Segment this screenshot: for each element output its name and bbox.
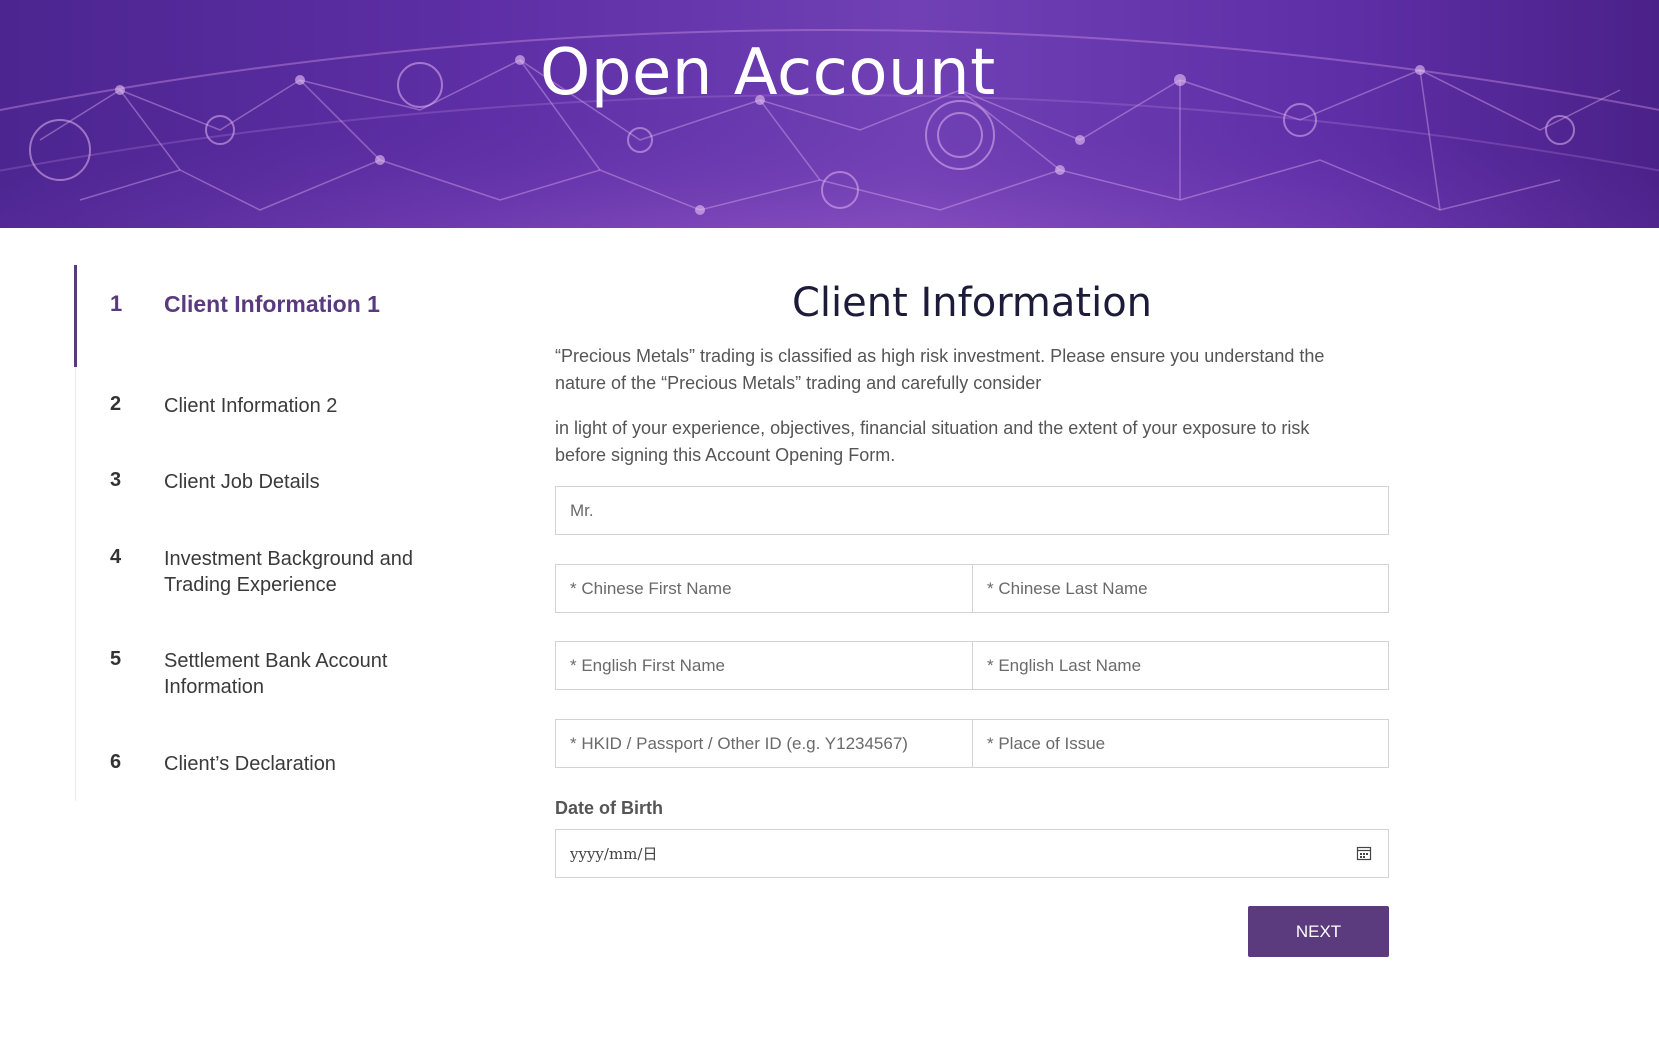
english-first-name-placeholder: * English First Name <box>570 656 725 675</box>
english-first-name-input[interactable]: * English First Name <box>555 641 973 690</box>
chinese-last-name-placeholder: * Chinese Last Name <box>987 579 1148 598</box>
steps-sidebar: 1 Client Information 1 2 Client Informat… <box>74 265 476 801</box>
place-of-issue-placeholder: * Place of Issue <box>987 734 1106 753</box>
step-label: Settlement Bank Account Information <box>164 650 388 698</box>
step-label: Client’s Declaration <box>164 753 336 775</box>
salutation-value: Mr. <box>570 501 594 520</box>
step-number: 6 <box>110 751 122 773</box>
active-step-indicator <box>74 265 77 367</box>
step-label: Investment Background and Trading Experi… <box>164 548 414 596</box>
risk-disclaimer-paragraph-1: “Precious Metals” trading is classified … <box>555 346 1325 393</box>
page: Open Account 1 Client Information 1 2 Cl… <box>0 0 1659 1053</box>
date-of-birth-placeholder: yyyy/mm/日 <box>570 845 658 863</box>
english-last-name-placeholder: * English Last Name <box>987 656 1142 675</box>
step-label: Client Information 1 <box>164 291 380 317</box>
chinese-first-name-input[interactable]: * Chinese First Name <box>555 564 973 613</box>
step-number: 3 <box>110 469 122 491</box>
network-background-graphic <box>0 0 1659 228</box>
step-number: 2 <box>110 393 122 415</box>
chinese-first-name-placeholder: * Chinese First Name <box>570 579 732 598</box>
step-label: Client Information 2 <box>164 395 338 417</box>
page-title: Open Account <box>540 36 996 110</box>
calendar-icon[interactable] <box>1356 845 1372 861</box>
step-label: Client Job Details <box>164 471 320 493</box>
hero-banner: Open Account <box>0 0 1659 228</box>
step-number: 1 <box>110 291 123 316</box>
date-of-birth-label: Date of Birth <box>555 798 663 818</box>
english-last-name-input[interactable]: * English Last Name <box>972 641 1389 690</box>
place-of-issue-input[interactable]: * Place of Issue <box>972 719 1389 768</box>
risk-disclaimer-paragraph-2: in light of your experience, objectives,… <box>555 418 1310 465</box>
form-title: Client Information <box>791 280 1153 326</box>
salutation-select[interactable]: Mr. <box>555 486 1389 535</box>
id-number-placeholder: * HKID / Passport / Other ID (e.g. Y1234… <box>570 734 908 753</box>
date-of-birth-input[interactable]: yyyy/mm/日 <box>555 829 1389 878</box>
chinese-last-name-input[interactable]: * Chinese Last Name <box>972 564 1389 613</box>
step-number: 5 <box>110 648 122 670</box>
step-number: 4 <box>110 546 122 568</box>
next-button[interactable]: NEXT <box>1248 906 1389 957</box>
id-number-input[interactable]: * HKID / Passport / Other ID (e.g. Y1234… <box>555 719 973 768</box>
